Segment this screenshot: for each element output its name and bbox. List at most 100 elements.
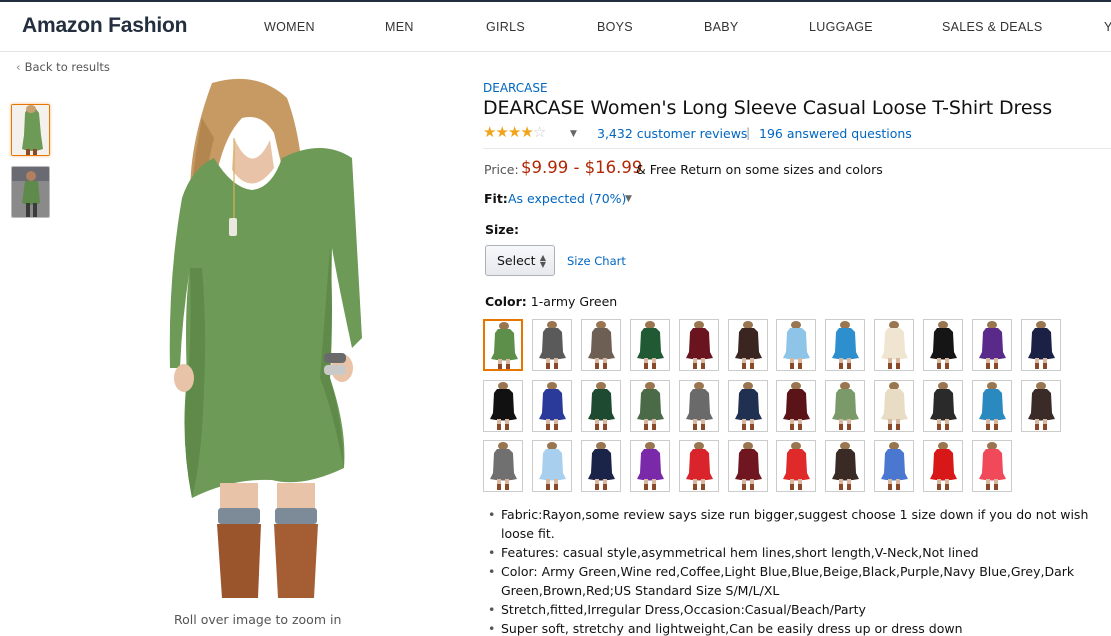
dress-swatch-image [881,382,908,430]
color-swatch[interactable] [972,440,1012,492]
nav-boys[interactable]: BOYS [597,20,633,34]
feature-bullet: Stretch,fitted,Irregular Dress,Occasion:… [486,600,1111,619]
nav-women[interactable]: WOMEN [264,20,315,34]
color-swatch[interactable] [679,440,719,492]
back-to-results-link[interactable]: ‹ Back to results [16,60,110,74]
main-product-image[interactable] [162,78,368,598]
dress-swatch-image [930,442,957,490]
zoom-hint: Roll over image to zoom in [174,612,342,627]
customer-reviews-link[interactable]: 3,432 customer reviews [597,126,747,141]
product-title: DEARCASE Women's Long Sleeve Casual Loos… [483,97,1053,119]
color-swatch[interactable] [581,319,621,371]
size-chart-link[interactable]: Size Chart [567,254,626,268]
rating-dropdown-icon[interactable]: ▼ [570,129,577,139]
dress-swatch-image [783,382,810,430]
price-value: $9.99 - $16.99 [521,158,643,177]
color-swatch[interactable] [874,380,914,432]
nav-girls[interactable]: GIRLS [486,20,525,34]
gallery-thumbnail-1[interactable] [11,104,50,156]
dress-swatch-image [686,382,713,430]
color-swatch[interactable] [581,440,621,492]
dress-swatch-image [588,382,615,430]
dress-swatch-image [539,442,566,490]
dress-swatch-image [832,382,859,430]
star-rating[interactable]: ★★★★☆ [483,123,546,141]
answered-questions-link[interactable]: 196 answered questions [759,126,912,141]
color-swatch[interactable] [679,380,719,432]
color-swatch[interactable] [728,319,768,371]
color-swatch[interactable] [825,380,865,432]
dress-swatch-image [588,442,615,490]
color-swatch[interactable] [874,440,914,492]
dress-swatch-image [881,321,908,369]
chevron-left-icon: ‹ [16,60,21,74]
fit-label: Fit: [484,191,508,206]
color-swatch[interactable] [874,319,914,371]
dress-swatch-image [686,321,713,369]
color-swatch[interactable] [483,319,523,371]
color-swatch[interactable] [825,319,865,371]
color-swatch[interactable] [581,380,621,432]
color-swatch[interactable] [776,440,816,492]
nav-baby[interactable]: BABY [704,20,739,34]
brand-logo[interactable]: Amazon Fashion [22,14,187,38]
color-swatch[interactable] [728,380,768,432]
dress-thumbnail-image [12,167,49,217]
brand-byline-link[interactable]: DEARCASE [483,81,548,95]
nav-luggage[interactable]: LUGGAGE [809,20,873,34]
dress-swatch-image [979,321,1006,369]
dress-swatch-image [637,321,664,369]
color-swatch[interactable] [1021,380,1061,432]
nav-more[interactable]: Y [1104,20,1111,34]
color-swatch[interactable] [923,440,963,492]
size-label: Size: [485,222,520,237]
color-swatch[interactable] [776,319,816,371]
dress-swatch-image [735,321,762,369]
color-swatch[interactable] [1021,319,1061,371]
color-swatch[interactable] [630,380,670,432]
dress-swatch-image [539,382,566,430]
color-swatch[interactable] [728,440,768,492]
color-swatch[interactable] [630,319,670,371]
dress-swatch-image [686,442,713,490]
color-swatch[interactable] [630,440,670,492]
nav-sales-deals[interactable]: SALES & DEALS [942,20,1042,34]
color-swatch[interactable] [923,319,963,371]
star-icon: ★ [495,123,508,141]
dress-swatch-image [979,442,1006,490]
dress-swatch-image [783,321,810,369]
color-swatch[interactable] [532,440,572,492]
dress-swatch-image [637,442,664,490]
nav-men[interactable]: MEN [385,20,414,34]
color-swatch[interactable] [532,319,572,371]
color-swatch[interactable] [923,380,963,432]
star-empty-icon: ☆ [532,123,546,141]
feature-bullets: Fabric:Rayon,some review says size run b… [486,505,1111,636]
color-swatch[interactable] [483,440,523,492]
separator: | [746,125,751,140]
feature-bullet: Features: casual style,asymmetrical hem … [486,543,1111,562]
size-select-label: Select [497,253,536,268]
color-swatch[interactable] [679,319,719,371]
color-swatch[interactable] [532,380,572,432]
color-swatch[interactable] [776,380,816,432]
dress-swatch-image [832,442,859,490]
dress-swatch-image [637,382,664,430]
fit-value-link[interactable]: As expected (70%) [508,191,626,206]
star-icon: ★ [483,123,496,141]
updown-arrows-icon: ▲ ▼ [539,253,546,269]
color-swatch[interactable] [825,440,865,492]
size-select-dropdown[interactable]: Select ▲ ▼ [485,245,555,276]
color-swatch[interactable] [972,380,1012,432]
dress-swatch-image [490,442,517,490]
feature-bullet: Fabric:Rayon,some review says size run b… [486,505,1111,543]
dress-swatch-image [930,382,957,430]
color-swatch[interactable] [483,380,523,432]
dress-thumbnail-image [12,105,49,155]
fit-dropdown-icon[interactable]: ▼ [625,194,632,204]
color-swatch[interactable] [972,319,1012,371]
dress-swatch-image [491,322,518,369]
star-icon: ★ [520,123,533,141]
top-nav: Amazon Fashion WOMEN MEN GIRLS BOYS BABY… [0,0,1111,52]
gallery-thumbnail-2[interactable] [11,166,50,218]
